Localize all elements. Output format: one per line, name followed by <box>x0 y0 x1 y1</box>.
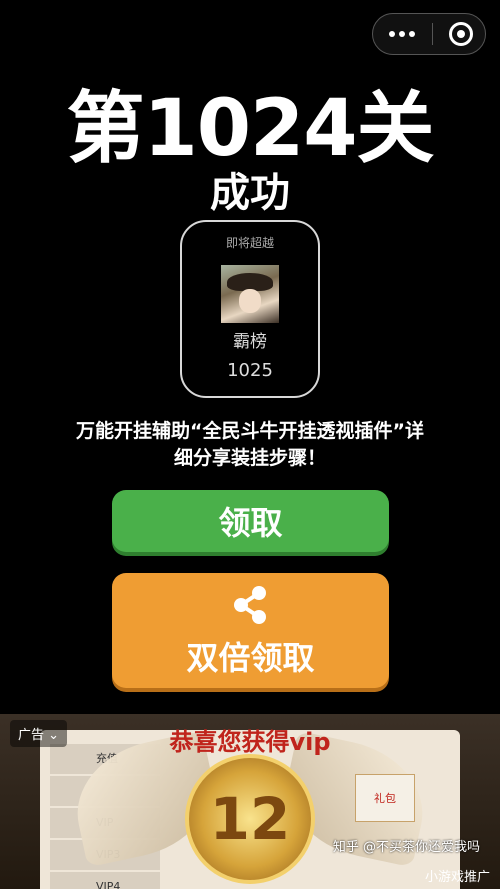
capsule-divider <box>431 23 433 45</box>
mini-game-promo-label: 小游戏推广 <box>424 870 490 885</box>
close-mini-program-icon[interactable] <box>449 22 473 46</box>
claim-button-label: 领取 <box>218 504 283 542</box>
chevron-down-icon: ⌄ <box>48 728 60 743</box>
rank-card: 即将超越 霸榜 1025 <box>180 220 320 398</box>
mini-program-capsule <box>372 13 486 55</box>
ad-banner[interactable]: 广告 ⌄ 充值 VIP VIP3 VIP4 恭喜您获得vip 12 礼包 知乎 … <box>0 714 500 889</box>
more-options-icon[interactable] <box>389 31 415 37</box>
watermark: 知乎 @不买茶你还爱我吗 <box>332 840 480 855</box>
vip-row: VIP4 <box>50 872 160 889</box>
overlay-caption: 万能开挂辅助“全民斗牛开挂透视插件”详细分享装挂步骤！ <box>76 420 424 469</box>
share-icon <box>233 585 266 624</box>
level-status: 成功 <box>210 170 290 216</box>
gift-pack-card: 礼包 <box>355 774 415 822</box>
player-level: 1025 <box>227 360 273 381</box>
double-claim-button-label: 双倍领取 <box>186 638 315 677</box>
ad-tag-label: 广告 <box>18 728 45 743</box>
vip-emblem: 12 <box>185 754 315 884</box>
ad-banner-title: 恭喜您获得vip <box>169 728 331 756</box>
double-claim-button[interactable]: 双倍领取 <box>112 573 389 688</box>
ad-tag[interactable]: 广告 ⌄ <box>10 720 68 747</box>
player-name: 霸榜 <box>233 332 267 352</box>
player-avatar <box>221 265 279 323</box>
claim-button[interactable]: 领取 <box>112 490 389 552</box>
surpass-label: 即将超越 <box>225 236 274 250</box>
